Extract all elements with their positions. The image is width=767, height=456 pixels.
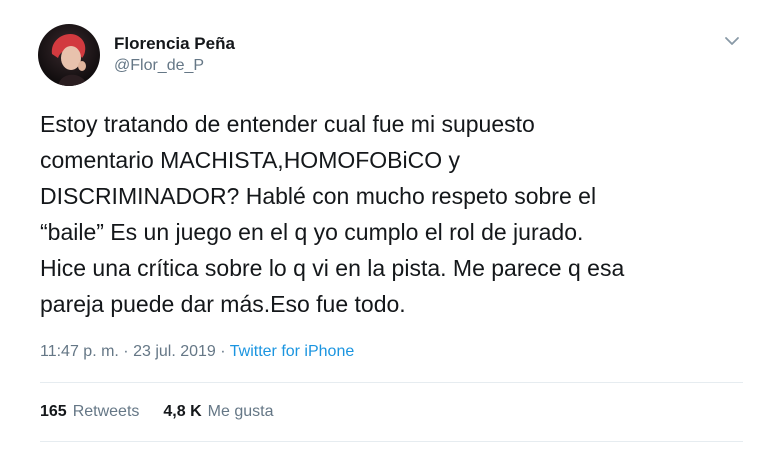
tweet-header: Florencia Peña @Flor_de_P [38, 24, 235, 86]
tweet-meta: 11:47 p. m. · 23 jul. 2019 · Twitter for… [40, 342, 354, 362]
tweet-card: Florencia Peña @Flor_de_P Estoy tratando… [0, 0, 767, 456]
likes-stat[interactable]: 4,8 K Me gusta [163, 402, 273, 422]
tweet-stats: 165 Retweets 4,8 K Me gusta [40, 402, 297, 422]
author-info: Florencia Peña @Flor_de_P [114, 33, 235, 77]
likes-label: Me gusta [207, 403, 274, 420]
avatar[interactable] [38, 24, 100, 86]
retweets-count: 165 [40, 403, 67, 420]
author-display-name[interactable]: Florencia Peña [114, 33, 235, 55]
avatar-image [38, 24, 100, 86]
divider [40, 441, 743, 442]
tweet-source-link[interactable]: Twitter for iPhone [230, 343, 355, 360]
retweets-label: Retweets [72, 403, 140, 420]
retweets-stat[interactable]: 165 Retweets [40, 402, 139, 422]
likes-count: 4,8 K [163, 403, 202, 420]
author-handle[interactable]: @Flor_de_P [114, 55, 235, 77]
tweet-text: Estoy tratando de entender cual fue mi s… [40, 111, 625, 317]
meta-separator: · [215, 343, 230, 360]
chevron-down-icon[interactable] [723, 32, 741, 50]
tweet-timestamp[interactable]: 11:47 p. m. · 23 jul. 2019 [40, 343, 216, 360]
divider [40, 382, 743, 383]
